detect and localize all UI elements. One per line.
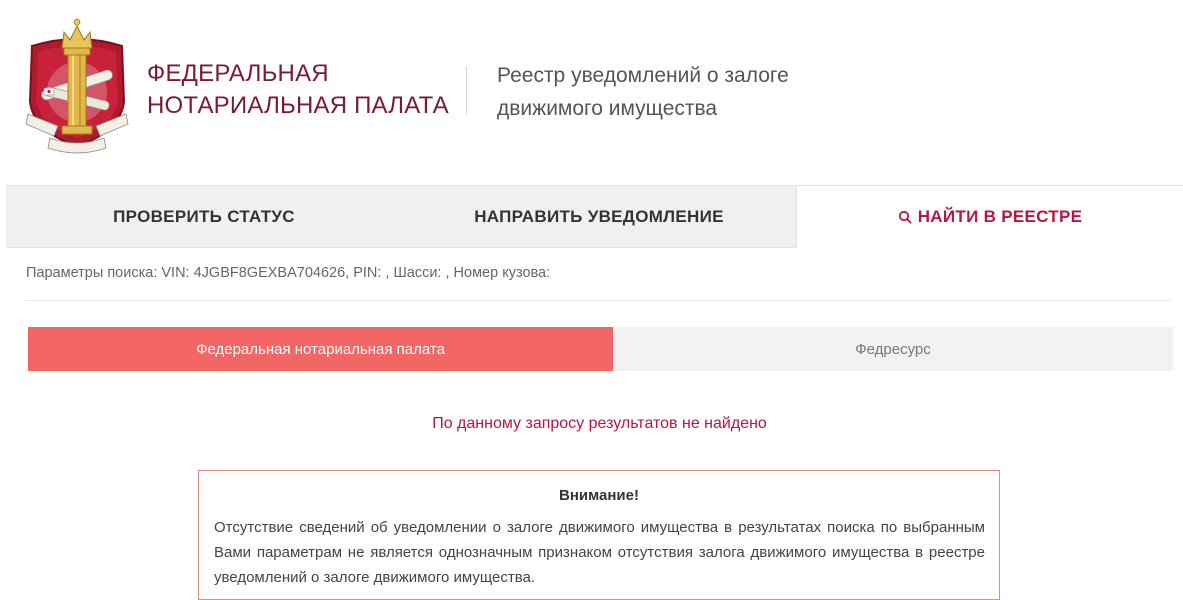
source-tab-fedresurs[interactable]: Федресурс — [613, 327, 1173, 371]
tab-send-notice[interactable]: НАПРАВИТЬ УВЕДОМЛЕНИЕ — [402, 185, 796, 248]
params-divider — [26, 300, 1172, 301]
search-icon — [898, 210, 912, 224]
search-params: Параметры поиска: VIN: 4JGBF8GEXBA704626… — [26, 265, 551, 281]
tab-check-status[interactable]: ПРОВЕРИТЬ СТАТУС — [6, 185, 402, 248]
header-divider — [466, 66, 467, 114]
tab-send-notice-label: НАПРАВИТЬ УВЕДОМЛЕНИЕ — [474, 206, 724, 226]
tab-check-status-label: ПРОВЕРИТЬ СТАТУС — [113, 206, 295, 226]
notary-chamber-emblem-icon[interactable] — [24, 14, 130, 158]
tab-find-in-registry-label: НАЙТИ В РЕЕСТРЕ — [917, 207, 1083, 226]
source-tab-fedresurs-label: Федресурс — [855, 340, 931, 358]
tab-find-in-registry[interactable]: НАЙТИ В РЕЕСТРЕ — [796, 185, 1183, 248]
site-header: ФЕДЕРАЛЬНАЯ НОТАРИАЛЬНАЯ ПАЛАТА Реестр у… — [0, 0, 1183, 185]
no-results-message: По данному запросу результатов не найден… — [432, 415, 767, 432]
org-name[interactable]: ФЕДЕРАЛЬНАЯ НОТАРИАЛЬНАЯ ПАЛАТА — [147, 58, 449, 122]
source-tab-fnp-label: Федеральная нотариальная палата — [196, 340, 445, 358]
source-tab-fnp[interactable]: Федеральная нотариальная палата — [28, 327, 613, 371]
attention-notice: Внимание! Отсутствие сведений об уведомл… — [198, 470, 1000, 600]
org-name-line2: НОТАРИАЛЬНАЯ ПАЛАТА — [147, 92, 449, 119]
org-name-line1: ФЕДЕРАЛЬНАЯ — [147, 60, 329, 87]
notice-text: Отсутствие сведений об уведомлении о зал… — [214, 519, 985, 586]
notice-title: Внимание! — [559, 487, 639, 504]
main-nav: ПРОВЕРИТЬ СТАТУС НАПРАВИТЬ УВЕДОМЛЕНИЕ Н… — [6, 185, 1183, 248]
registry-title-line2: движимого имущества — [497, 97, 718, 120]
registry-title: Реестр уведомлений о залоге движимого им… — [497, 59, 789, 125]
registry-title-line1: Реестр уведомлений о залоге — [497, 64, 789, 87]
source-tabs: Федеральная нотариальная палата Федресур… — [28, 327, 1173, 371]
